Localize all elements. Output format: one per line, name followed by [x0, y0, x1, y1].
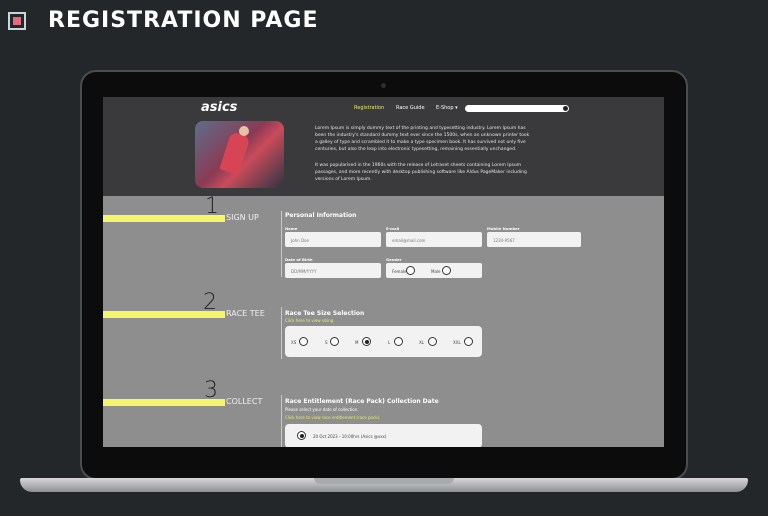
tee-size-card: XS S M L XL XXL [285, 326, 482, 357]
size-s-radio[interactable] [330, 337, 339, 346]
slide-title: REGISTRATION PAGE [48, 8, 319, 33]
camera-icon [381, 83, 386, 88]
section-divider [281, 211, 282, 277]
search-input[interactable] [465, 105, 569, 112]
step-label-race-tee: RACE TEE [226, 309, 265, 318]
personal-info-title: Personal Information [285, 212, 357, 219]
size-m-radio[interactable] [362, 337, 371, 346]
race-tee-title: Race Tee Size Selection [285, 310, 365, 317]
nav-race-guide[interactable]: Race Guide [396, 105, 425, 111]
race-pack-link[interactable]: Click here to view race entitlement (rac… [285, 415, 380, 420]
runner-head [239, 126, 249, 136]
size-l-radio[interactable] [394, 337, 403, 346]
mobile-label: Mobile Number [487, 226, 520, 231]
laptop-notch [314, 478, 454, 484]
dob-field[interactable]: DD/MM/YYYY [285, 263, 381, 278]
collection-date-radio[interactable] [297, 431, 306, 440]
size-xl-radio[interactable] [428, 337, 437, 346]
step-label-signup: SIGN UP [226, 213, 259, 222]
mobile-field[interactable]: 1234-9567 [487, 232, 581, 247]
name-label: Name [285, 226, 298, 231]
name-field[interactable]: John Doe [285, 232, 381, 247]
nav-registration[interactable]: Registration [354, 105, 384, 111]
step-number: 1 [205, 194, 219, 219]
slide: REGISTRATION PAGE asics Registration Rac… [0, 0, 768, 516]
size-s-label: S [325, 340, 328, 345]
step-number: 2 [203, 290, 217, 315]
section-divider [281, 307, 282, 359]
size-xxl-radio[interactable] [464, 337, 473, 346]
female-label: Female [392, 269, 407, 274]
slide-bullet-icon [8, 12, 26, 30]
sizing-link[interactable]: Click here to view sizing. [285, 318, 335, 323]
female-radio[interactable] [406, 266, 415, 275]
site-nav: asics Registration Race Guide E-Shop ▾ [103, 97, 664, 119]
search-icon[interactable] [563, 106, 568, 111]
runner-figure [219, 130, 251, 176]
size-xxl-label: XXL [453, 340, 461, 345]
collection-date-label: 20 Oct 2023 - 10:00hrs (Asics @xxx) [313, 434, 387, 439]
size-xs-radio[interactable] [299, 337, 308, 346]
hero-paragraph: Lorem Ipsum is simply dummy text of the … [315, 126, 530, 152]
collection-card: 20 Oct 2023 - 10:00hrs (Asics @xxx) [285, 424, 482, 447]
asics-logo[interactable]: asics [201, 100, 237, 115]
collection-subtitle: Please select your date of collection. [285, 407, 359, 412]
step-number: 3 [204, 378, 218, 403]
dob-label: Date of Birth [285, 257, 313, 262]
section-divider [281, 395, 282, 447]
male-radio[interactable] [442, 266, 451, 275]
hero: Lorem Ipsum is simply dummy text of the … [103, 119, 664, 196]
size-l-label: L [388, 340, 391, 345]
size-xl-label: XL [419, 340, 424, 345]
size-xs-label: XS [291, 340, 297, 345]
male-label: Male [431, 269, 441, 274]
gender-label: Gender [386, 257, 402, 262]
laptop-screen: asics Registration Race Guide E-Shop ▾ L… [103, 97, 664, 447]
runner-image [195, 121, 284, 188]
email-field[interactable]: email@mail.com [386, 232, 482, 247]
nav-eshop[interactable]: E-Shop ▾ [436, 105, 458, 111]
size-m-label: M [355, 340, 359, 345]
hero-paragraph: It was popularised in the 1960s with the… [315, 163, 527, 182]
step-label-collect: COLLECT [226, 397, 263, 406]
email-label: E-mail [386, 226, 400, 231]
collection-title: Race Entitlement (Race Pack) Collection … [285, 398, 439, 405]
